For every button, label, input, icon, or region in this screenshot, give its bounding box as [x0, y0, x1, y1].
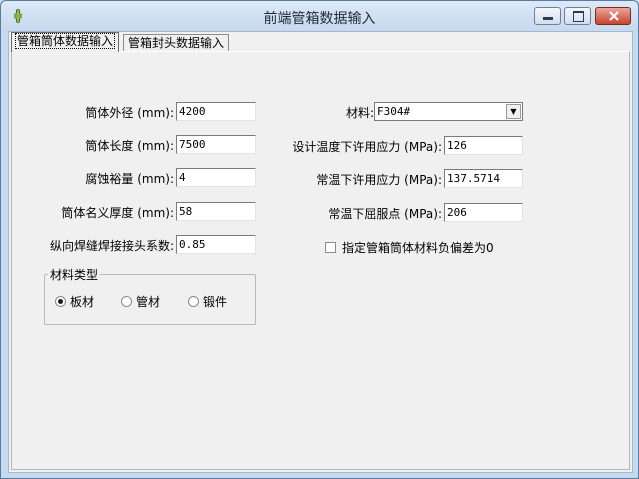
- close-button[interactable]: [595, 7, 631, 25]
- title-bar: 前端管箱数据输入: [1, 1, 638, 31]
- chevron-down-icon[interactable]: ▼: [506, 104, 521, 119]
- negative-tolerance-checkbox[interactable]: [325, 242, 336, 253]
- material-type-group: 材料类型 板材 管材 锻件: [44, 266, 256, 325]
- minimize-icon: [543, 17, 553, 20]
- radio-plate-label[interactable]: 板材: [70, 293, 94, 310]
- material-select[interactable]: F304# ▼: [374, 102, 523, 121]
- radio-forging-label[interactable]: 锻件: [203, 293, 227, 310]
- tab-label: 管箱封头数据输入: [128, 36, 225, 50]
- client-area: 管箱筒体数据输入 管箱封头数据输入 筒体外径 (mm): 4200 筒体长度 (…: [8, 31, 633, 473]
- close-icon: [609, 11, 619, 21]
- tab-shell-data[interactable]: 管箱筒体数据输入: [11, 32, 120, 52]
- design-temp-stress-label: 设计温度下许用应力 (MPa):: [292, 140, 442, 154]
- negative-tolerance-label[interactable]: 指定管箱筒体材料负偏差为0: [342, 239, 494, 256]
- room-temp-yield-input[interactable]: 206: [444, 203, 523, 222]
- radio-pipe[interactable]: [121, 296, 132, 307]
- app-window: 前端管箱数据输入 管箱筒体数据输入 管箱封头数据输入 筒体外径 (mm): 42…: [0, 0, 639, 479]
- tab-label: 管箱筒体数据输入: [14, 33, 116, 49]
- radio-plate[interactable]: [55, 296, 66, 307]
- design-temp-stress-input[interactable]: 126: [444, 136, 523, 155]
- tab-strip: 管箱筒体数据输入 管箱封头数据输入: [9, 32, 632, 52]
- tab-head-data[interactable]: 管箱封头数据输入: [123, 34, 230, 51]
- weld-joint-factor-label: 纵向焊缝焊接接头系数:: [49, 239, 174, 253]
- radio-forging[interactable]: [188, 296, 199, 307]
- material-label: 材料:: [345, 106, 374, 120]
- maximize-icon: [573, 11, 584, 22]
- room-temp-stress-label: 常温下许用应力 (MPa):: [316, 173, 442, 187]
- shell-length-input[interactable]: 7500: [176, 135, 256, 154]
- outer-diameter-input[interactable]: 4200: [176, 102, 256, 121]
- room-temp-yield-label: 常温下屈服点 (MPa):: [328, 207, 442, 221]
- weld-joint-factor-input[interactable]: 0.85: [176, 235, 256, 254]
- nominal-thickness-label: 筒体名义厚度 (mm):: [61, 206, 174, 220]
- maximize-button[interactable]: [564, 7, 591, 25]
- minimize-button[interactable]: [534, 7, 561, 25]
- corrosion-allowance-input[interactable]: 4: [176, 168, 256, 187]
- corrosion-allowance-label: 腐蚀裕量 (mm):: [85, 172, 174, 186]
- nominal-thickness-input[interactable]: 58: [176, 202, 256, 221]
- radio-pipe-label[interactable]: 管材: [136, 293, 160, 310]
- tab-panel: 筒体外径 (mm): 4200 筒体长度 (mm): 7500 腐蚀裕量 (mm…: [11, 51, 630, 470]
- material-select-value: F304#: [377, 105, 411, 118]
- room-temp-stress-input[interactable]: 137.5714: [444, 169, 523, 188]
- shell-length-label: 筒体长度 (mm):: [85, 139, 174, 153]
- material-type-legend: 材料类型: [48, 266, 101, 283]
- outer-diameter-label: 筒体外径 (mm):: [85, 106, 174, 120]
